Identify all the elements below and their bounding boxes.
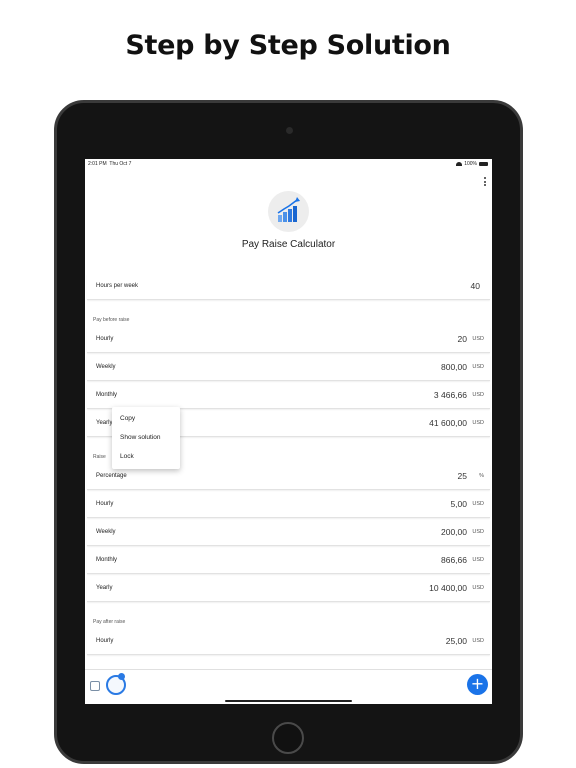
row-label: Hourly [96, 336, 114, 342]
row-value[interactable]: 200,00 [441, 527, 467, 537]
row-value[interactable]: 20 [458, 334, 467, 344]
menu-item-show-solution[interactable]: Show solution [120, 434, 160, 441]
raise-hourly-row[interactable]: Hourly 5,00 USD [87, 492, 490, 518]
row-value[interactable]: 800,00 [441, 362, 467, 372]
before-hourly-row[interactable]: Hourly 20 USD [87, 327, 490, 353]
headline: Step by Step Solution [125, 30, 451, 61]
home-button[interactable] [272, 722, 304, 754]
hours-per-week-row[interactable]: Hours per week 40 [87, 274, 490, 300]
row-value[interactable]: 866,66 [441, 555, 467, 565]
raise-weekly-row[interactable]: Weekly 200,00 USD [87, 520, 490, 546]
more-options-icon[interactable] [483, 177, 487, 186]
hours-value[interactable]: 40 [471, 281, 480, 291]
section-raise: Raise [93, 454, 106, 460]
row-unit: USD [472, 364, 484, 370]
row-unit: USD [472, 529, 484, 535]
chart-badge-icon [118, 673, 125, 680]
raise-yearly-row[interactable]: Yearly 10 400,00 USD [87, 576, 490, 602]
bottom-toolbar: + [85, 669, 492, 704]
battery-icon [479, 162, 488, 166]
context-menu: Copy Show solution Lock [112, 407, 180, 469]
row-unit: USD [472, 557, 484, 563]
row-value[interactable]: 25 [458, 471, 467, 481]
row-value[interactable]: 41 600,00 [429, 418, 467, 428]
row-value[interactable]: 3 466,66 [434, 390, 467, 400]
row-unit: USD [472, 336, 484, 342]
status-right: 100% [456, 161, 488, 167]
row-label: Yearly [96, 585, 113, 591]
row-label: Yearly [96, 420, 113, 426]
row-label: Hourly [96, 638, 114, 644]
chart-logo-icon [268, 191, 309, 232]
row-unit: USD [472, 585, 484, 591]
after-hourly-row[interactable]: Hourly 25,00 USD [87, 629, 490, 655]
wifi-icon [456, 162, 463, 166]
menu-item-lock[interactable]: Lock [120, 453, 134, 460]
row-value[interactable]: 10 400,00 [429, 583, 467, 593]
before-weekly-row[interactable]: Weekly 800,00 USD [87, 355, 490, 381]
row-label: Hours per week [96, 283, 139, 289]
row-label: Monthly [96, 557, 118, 563]
raise-monthly-row[interactable]: Monthly 866,66 USD [87, 548, 490, 574]
row-unit: USD [472, 501, 484, 507]
section-pay-after: Pay after raise [93, 619, 126, 625]
row-unit: USD [472, 638, 484, 644]
status-time: 2:01 PM Thu Oct 7 [88, 161, 132, 167]
row-value[interactable]: 25,00 [446, 636, 467, 646]
section-pay-before: Pay before raise [93, 317, 130, 323]
before-monthly-row[interactable]: Monthly 3 466,66 USD [87, 383, 490, 409]
row-label: Weekly [96, 529, 116, 535]
row-unit: % [479, 473, 484, 479]
row-label: Percentage [96, 473, 127, 479]
app-screen: 2:01 PM Thu Oct 7 100% Pay Raise Calcula… [85, 159, 492, 704]
status-bar: 2:01 PM Thu Oct 7 100% [85, 159, 492, 169]
row-unit: USD [472, 420, 484, 426]
settings-tool-icon[interactable] [90, 681, 100, 691]
menu-item-copy[interactable]: Copy [120, 415, 135, 422]
camera-icon [286, 127, 293, 134]
app-title: Pay Raise Calculator [241, 239, 336, 250]
row-label: Weekly [96, 364, 116, 370]
battery-text: 100% [464, 161, 477, 167]
row-label: Hourly [96, 501, 114, 507]
add-button[interactable]: + [467, 674, 488, 695]
home-indicator [225, 700, 352, 702]
row-value[interactable]: 5,00 [450, 499, 467, 509]
row-unit: USD [472, 392, 484, 398]
row-label: Monthly [96, 392, 118, 398]
